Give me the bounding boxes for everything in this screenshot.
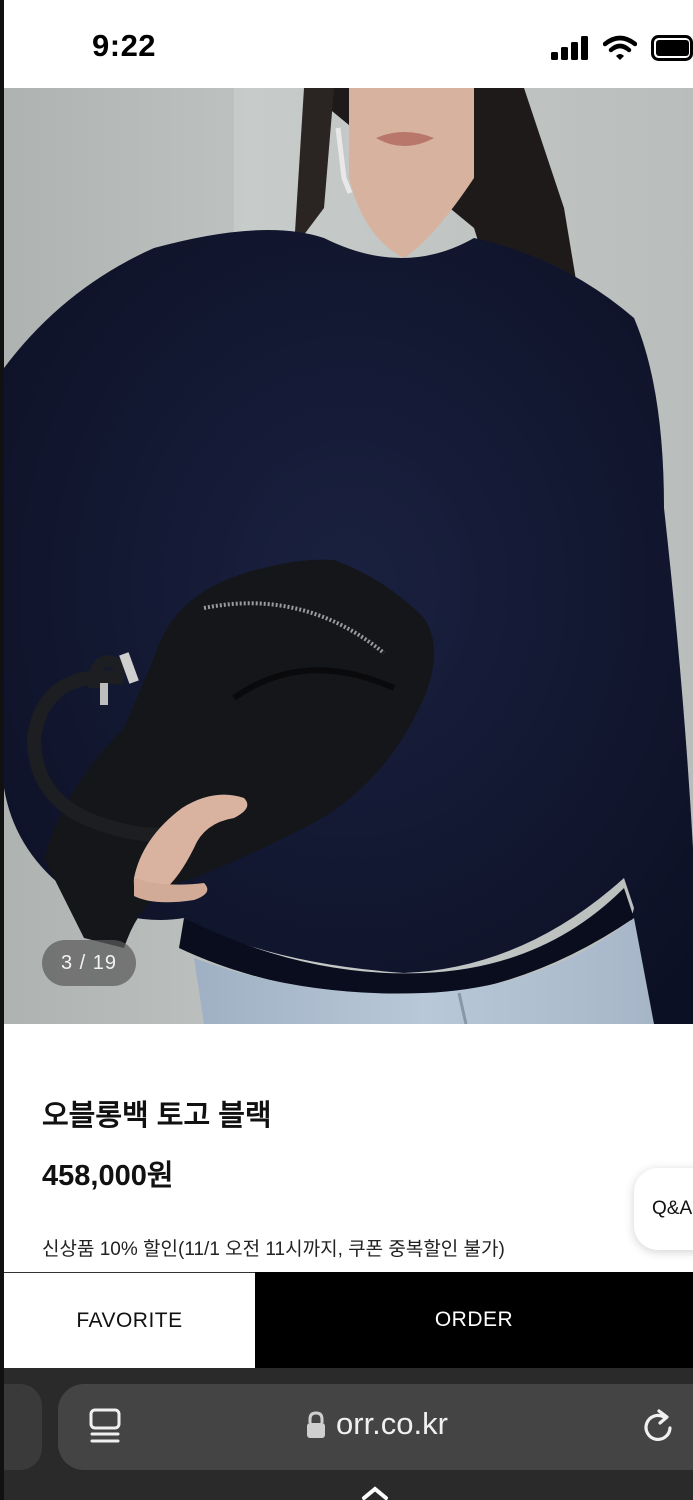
browser-toolbar: orr.co.kr [0, 1368, 693, 1500]
signal-icon [551, 36, 588, 60]
product-info: 오블롱백 토고 블랙 458,000원 신상품 10% 할인(11/1 오전 1… [4, 1024, 693, 1272]
url-text: orr.co.kr [336, 1406, 448, 1441]
product-title: 오블롱백 토고 블랙 [42, 1100, 272, 1132]
favorite-button[interactable]: FAVORITE [4, 1272, 255, 1368]
chevron-up-icon [362, 1486, 388, 1500]
status-icons [551, 34, 693, 62]
status-time: 9:22 [92, 28, 157, 63]
qa-button[interactable]: Q&A [634, 1168, 693, 1250]
wifi-icon [603, 35, 637, 60]
status-bar: 9:22 [0, 0, 693, 88]
battery-icon [651, 35, 693, 61]
product-image[interactable]: 3 / 19 [4, 88, 693, 1024]
address-bar[interactable]: orr.co.kr [58, 1384, 693, 1470]
product-photo [4, 88, 693, 1024]
product-price: 458,000원 [42, 1160, 174, 1192]
reader-icon[interactable] [88, 1408, 122, 1446]
action-bar: FAVORITE ORDER [4, 1272, 693, 1368]
previous-tab[interactable] [0, 1384, 42, 1470]
reload-icon[interactable] [642, 1408, 676, 1444]
order-button[interactable]: ORDER [255, 1272, 693, 1368]
image-counter: 3 / 19 [42, 940, 136, 986]
promo-text: 신상품 10% 할인(11/1 오전 11시까지, 쿠폰 중복할인 불가) [42, 1239, 505, 1260]
lock-icon [307, 1411, 325, 1438]
screen-edge [0, 0, 4, 1500]
